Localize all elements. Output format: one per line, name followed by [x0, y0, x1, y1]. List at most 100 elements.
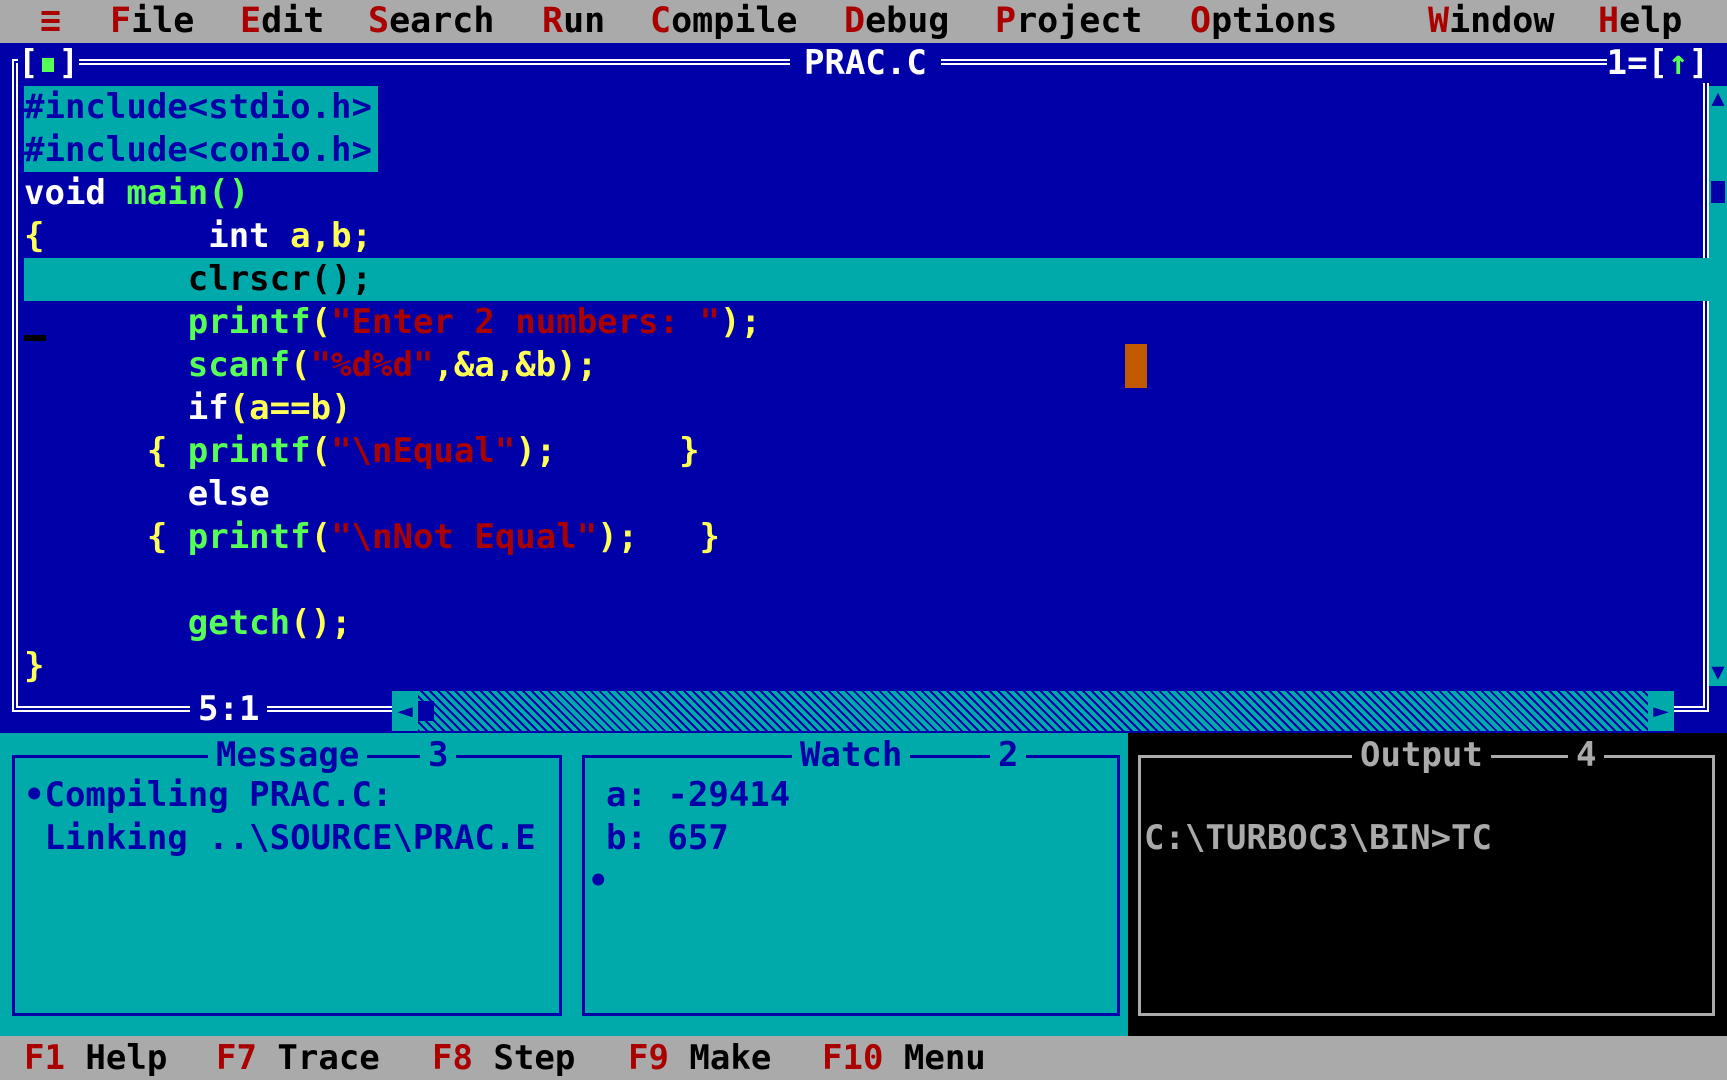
code-symbol: }: [24, 646, 45, 686]
code-line-8: if(a==b): [24, 387, 1710, 430]
code-line-3: void main(): [24, 172, 1710, 215]
menu-project[interactable]: Project: [995, 0, 1143, 43]
fkey-menu-label: Menu: [883, 1038, 986, 1078]
function-key-bar: F1 Help F7 Trace F8 Step F9 Make F10 Men…: [0, 1036, 1727, 1080]
menu-search[interactable]: Search: [368, 0, 494, 43]
code-symbol: ,&a,&b);: [433, 345, 598, 385]
watch-entry-a[interactable]: a: -29414: [606, 774, 790, 817]
menu-window-label: indow: [1449, 1, 1555, 41]
menu-project-label: roject: [1016, 1, 1143, 41]
menu-help[interactable]: Help: [1598, 0, 1682, 43]
code-line-1: #include<stdio.h>: [24, 86, 1710, 129]
code-symbol: );: [597, 517, 639, 557]
message-line: Linking ..\SOURCE\PRAC.E: [24, 818, 536, 858]
menu-window[interactable]: Window: [1428, 0, 1554, 43]
fkey-step[interactable]: F8 Step: [432, 1036, 575, 1080]
menu-debug[interactable]: Debug: [844, 0, 949, 43]
message-title-text: Message: [216, 735, 360, 775]
code-symbol: {: [24, 431, 168, 471]
menu-window-hotkey: W: [1428, 1, 1450, 41]
menu-file-hotkey: F: [110, 1, 132, 41]
watch-title: Watch: [792, 733, 911, 777]
message-title: Message: [208, 733, 368, 777]
fkey-make-label: Make: [668, 1038, 772, 1078]
menu-file-label: ile: [131, 1, 195, 41]
menu-run[interactable]: Run: [542, 0, 605, 43]
fkey-make[interactable]: F9 Make: [628, 1036, 771, 1080]
vertical-scroll-thumb[interactable]: [1711, 181, 1725, 203]
fkey-help[interactable]: F1 Help: [24, 1036, 167, 1080]
code-line-13: getch();: [24, 602, 1710, 645]
code-symbol: (: [310, 302, 332, 342]
menu-run-hotkey: R: [542, 1, 564, 41]
horizontal-scrollbar[interactable]: ◄ ►: [392, 691, 1674, 731]
code-line-2: #include<conio.h>: [24, 129, 1710, 172]
system-menu-icon[interactable]: ≡: [40, 0, 61, 43]
menu-edit[interactable]: Edit: [240, 0, 324, 43]
scroll-down-arrow-icon[interactable]: ▼: [1709, 660, 1727, 686]
fkey-trace-label: Trace: [256, 1038, 380, 1078]
cursor-position: 5:1: [190, 687, 268, 731]
scroll-left-arrow-icon[interactable]: ◄: [392, 691, 418, 731]
editor-title: PRAC.C: [790, 43, 941, 83]
output-frame: [1138, 755, 1715, 1016]
code-editor[interactable]: #include<stdio.h> #include<conio.h> void…: [24, 86, 1710, 688]
close-icon: [42, 58, 55, 72]
fkey-menu-key: F10: [822, 1038, 884, 1078]
menu-options-label: ptions: [1211, 1, 1338, 41]
close-box-right: ]: [58, 43, 79, 83]
fkey-help-label: Help: [64, 1038, 168, 1078]
watch-entry-b[interactable]: b: 657: [606, 817, 729, 860]
code-symbol: (: [290, 345, 311, 385]
fkey-menu[interactable]: F10 Menu: [822, 1036, 986, 1080]
fkey-step-key: F8: [432, 1038, 473, 1078]
menu-options-hotkey: O: [1190, 1, 1212, 41]
menu-project-hotkey: P: [995, 1, 1017, 41]
turbo-c-ide: ≡ File Edit Search Run Compile Debug Pro…: [0, 0, 1727, 1080]
menu-search-hotkey: S: [368, 1, 390, 41]
menu-edit-hotkey: E: [240, 1, 262, 41]
code-line-6: printf("Enter 2 numbers: ");: [24, 301, 1710, 344]
message-line: •Compiling PRAC.C:: [24, 775, 393, 815]
menu-compile[interactable]: Compile: [650, 0, 798, 43]
menu-options[interactable]: Options: [1190, 0, 1338, 43]
zoom-box-right: ]: [1688, 43, 1709, 83]
menu-file[interactable]: File: [110, 0, 194, 43]
code-line-5-current: clrscr();: [24, 258, 1710, 301]
output-window-number: 4: [1568, 733, 1605, 777]
watch-window-number: 2: [990, 733, 1027, 777]
zoom-box[interactable]: 1=[↑]: [1606, 43, 1727, 83]
message-window[interactable]: Message 3 •Compiling PRAC.C: Linking ..\…: [0, 733, 570, 1036]
code-identifier: printf: [167, 517, 311, 557]
code-text: clrscr();: [24, 259, 372, 299]
menu-compile-label: ompile: [671, 1, 798, 41]
code-symbol: (: [310, 517, 332, 557]
code-line-7: scanf("%d%d",&a,&b);: [24, 344, 1710, 387]
close-box[interactable]: []: [18, 43, 79, 83]
code-text: #include<stdio.h>: [24, 86, 378, 129]
code-keyword: int: [44, 216, 270, 256]
code-text: #include<conio.h>: [24, 129, 378, 172]
code-symbol: {: [24, 216, 45, 256]
window-number: 1=[: [1606, 43, 1669, 83]
code-identifier: printf: [24, 302, 311, 342]
vertical-scrollbar[interactable]: ▲ ▼: [1709, 86, 1727, 686]
menu-debug-hotkey: D: [844, 1, 866, 41]
code-symbol: );: [720, 302, 761, 342]
text-caret: [24, 335, 46, 341]
code-keyword: void: [24, 173, 106, 213]
watch-window[interactable]: Watch 2 a: -29414 b: 657 •: [570, 733, 1128, 1036]
horizontal-scroll-thumb[interactable]: [418, 701, 434, 721]
fkey-trace-key: F7: [216, 1038, 257, 1078]
output-window[interactable]: Output 4 C:\TURBOC3\BIN>TC: [1128, 733, 1727, 1036]
zoom-arrow-icon: ↑: [1668, 43, 1689, 83]
scroll-right-arrow-icon[interactable]: ►: [1648, 691, 1674, 731]
code-string: "\nEqual": [331, 431, 516, 471]
fkey-trace[interactable]: F7 Trace: [216, 1036, 380, 1080]
scroll-up-arrow-icon[interactable]: ▲: [1709, 86, 1727, 112]
code-keyword: if: [24, 388, 229, 428]
menu-compile-hotkey: C: [650, 1, 672, 41]
editor-window[interactable]: [] PRAC.C 1=[↑] #include<stdio.h> #inclu…: [0, 43, 1727, 733]
watch-entry-marker: •: [588, 861, 609, 901]
